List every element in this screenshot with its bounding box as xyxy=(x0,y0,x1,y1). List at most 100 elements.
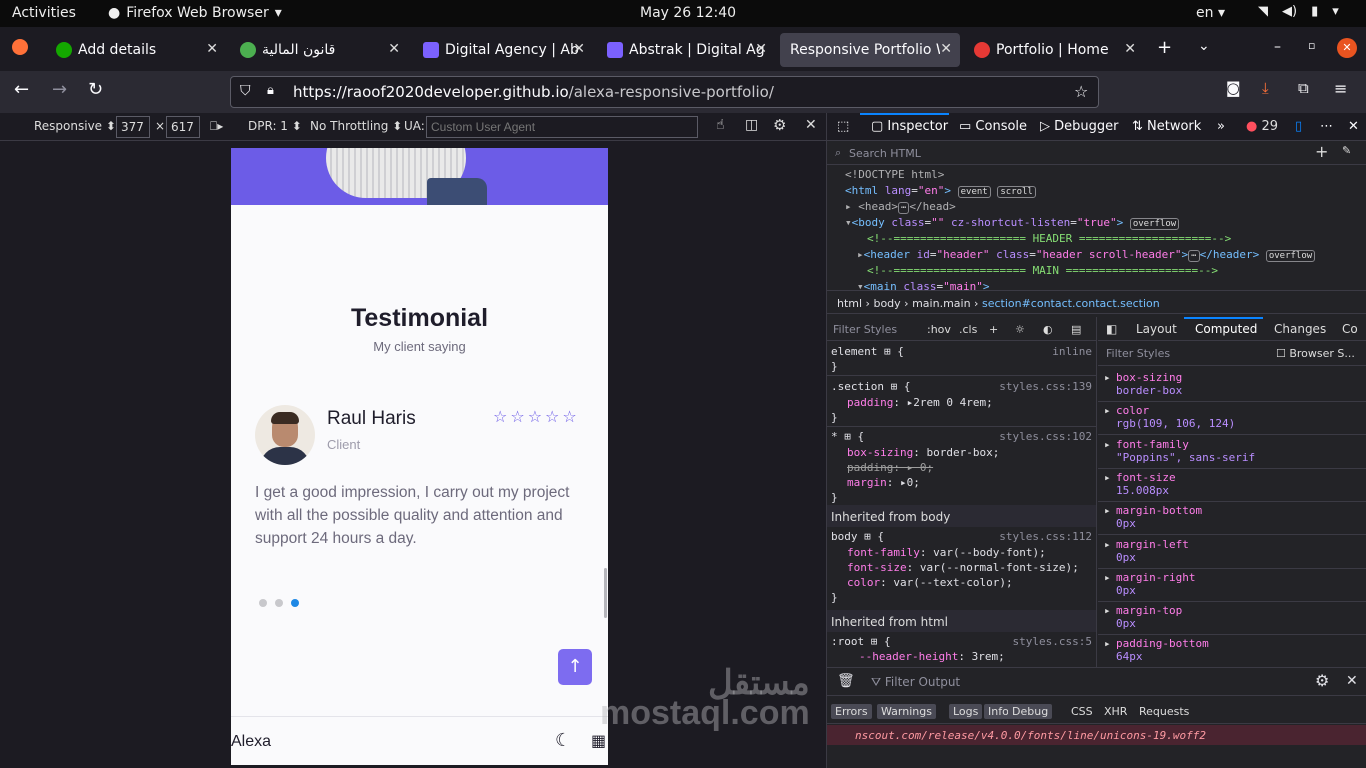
rule-root[interactable]: :root ⊞ { xyxy=(831,635,891,648)
activities-button[interactable]: Activities xyxy=(12,5,76,21)
tab-add-details[interactable]: Add details ✕ xyxy=(46,33,226,67)
filter-css[interactable]: CSS xyxy=(1067,704,1097,719)
grid-menu-icon[interactable]: ▦ xyxy=(591,731,606,750)
dom-node[interactable]: ▸ <head> ⋯ </head> xyxy=(845,200,956,214)
carousel-dot[interactable] xyxy=(275,599,283,607)
cls-toggle[interactable]: .cls xyxy=(959,323,977,336)
rule-decl[interactable]: color: var(--text-color); xyxy=(847,576,1013,589)
tab-changes[interactable]: Changes xyxy=(1274,322,1326,336)
console-error-message[interactable]: nscout.com/release/v4.0.0/fonts/line/uni… xyxy=(827,725,1366,745)
hov-toggle[interactable]: :hov xyxy=(927,323,951,336)
tab-more[interactable]: Co xyxy=(1342,322,1358,336)
error-count[interactable]: ● 29 xyxy=(1246,119,1278,134)
rule-decl[interactable]: --header-height: 3rem; xyxy=(859,650,1005,663)
rules-filter[interactable]: Filter Styles:hov .cls + ☼ ◐ ▤ xyxy=(827,317,1096,341)
rule-decl[interactable]: box-sizing: border-box; xyxy=(847,446,999,459)
search-html-input[interactable]: ⌕ Search HTML + ✎ xyxy=(827,141,1366,165)
rule-decl[interactable]: padding: ▸2rem 0 4rem; xyxy=(847,396,993,409)
print-icon[interactable]: ▤ xyxy=(1071,323,1081,336)
computed-property[interactable]: ▸ color rgb(109, 106, 124) xyxy=(1098,402,1366,436)
nav-logo[interactable]: Alexa xyxy=(231,733,271,751)
dom-tree[interactable]: <!DOCTYPE html> <html lang="en"> event s… xyxy=(827,166,1366,290)
computed-property[interactable]: ▸ margin-left 0px xyxy=(1098,536,1366,569)
rule-source[interactable]: styles.css:102 xyxy=(999,430,1092,443)
close-tab-icon[interactable]: ✕ xyxy=(1124,41,1136,57)
firefox-view-icon[interactable] xyxy=(12,39,28,55)
bookmark-star-icon[interactable]: ☆ xyxy=(1074,82,1088,101)
breadcrumb-item[interactable]: main.main xyxy=(912,297,970,310)
more-options-icon[interactable]: ⋯ xyxy=(1320,119,1333,134)
clock[interactable]: May 26 12:40 xyxy=(640,5,736,21)
forward-icon[interactable]: → xyxy=(52,79,67,100)
add-rule-icon[interactable]: + xyxy=(989,323,998,336)
tab-debugger[interactable]: ▷ Debugger xyxy=(1040,119,1119,134)
tab-digital-agency[interactable]: Digital Agency | Ab ✕ xyxy=(413,33,593,67)
url-text[interactable]: https://raoof2020developer.github.io/ale… xyxy=(293,83,774,101)
filter-errors[interactable]: Errors xyxy=(831,704,872,719)
computed-property[interactable]: ▸ margin-top 0px xyxy=(1098,602,1366,636)
filter-logs[interactable]: Logs xyxy=(949,704,983,719)
back-icon[interactable]: ← xyxy=(14,79,29,100)
screenshot-icon[interactable]: ◫ xyxy=(745,117,758,133)
rule-section[interactable]: .section ⊞ { xyxy=(831,380,910,393)
tab-abstrak[interactable]: Abstrak | Digital Ag ✕ xyxy=(597,33,775,67)
eyedropper-icon[interactable]: ✎ xyxy=(1342,144,1351,157)
tab-computed[interactable]: Computed xyxy=(1195,322,1257,336)
rule-decl-overridden[interactable]: padding: ▸ 0; xyxy=(847,461,933,474)
rule-decl[interactable]: margin: ▸0; xyxy=(847,476,920,489)
touch-icon[interactable]: ☝ xyxy=(716,117,725,133)
more-tabs-icon[interactable]: » xyxy=(1217,119,1225,134)
dom-node[interactable]: <!--==================== MAIN ==========… xyxy=(867,264,1218,277)
computed-property[interactable]: ▸ font-family "Poppins", sans-serif xyxy=(1098,436,1366,469)
rule-decl[interactable]: font-size: var(--normal-font-size); xyxy=(847,561,1079,574)
user-agent-input[interactable] xyxy=(426,116,698,138)
add-node-icon[interactable]: + xyxy=(1315,142,1328,161)
breadcrumb-item[interactable]: html xyxy=(837,297,862,310)
moon-icon[interactable]: ☾ xyxy=(555,730,571,751)
light-theme-icon[interactable]: ☼ xyxy=(1015,323,1025,336)
dpr-select[interactable]: DPR: 1 ⬍ xyxy=(248,119,302,133)
tab-responsive-portfolio[interactable]: Responsive Portfolio W ✕ xyxy=(780,33,960,67)
tab-inspector[interactable]: ▢ Inspector xyxy=(871,119,948,134)
height-input[interactable]: 617 xyxy=(166,116,200,138)
rule-source[interactable]: styles.css:112 xyxy=(999,530,1092,543)
computed-property[interactable]: ▸ box-sizing border-box xyxy=(1098,369,1366,402)
tab-finance-law[interactable]: قانون المالية ✕ xyxy=(230,33,408,67)
close-window-icon[interactable]: ✕ xyxy=(1337,38,1357,58)
console-settings-icon[interactable]: ⚙ xyxy=(1315,671,1329,690)
carousel-dot[interactable] xyxy=(259,599,267,607)
throttle-select[interactable]: No Throttling ⬍ xyxy=(310,119,402,133)
close-tab-icon[interactable]: ✕ xyxy=(755,41,767,57)
close-tab-icon[interactable]: ✕ xyxy=(573,41,585,57)
downloads-icon[interactable]: ⤓ xyxy=(1262,79,1269,97)
app-menu[interactable]: ● Firefox Web Browser ▾ xyxy=(108,5,282,21)
close-tab-icon[interactable]: ✕ xyxy=(388,41,400,57)
maximize-icon[interactable]: ▫ xyxy=(1308,39,1315,52)
rule-source[interactable]: styles.css:5 xyxy=(1013,635,1092,648)
breadcrumb-item[interactable]: body xyxy=(873,297,900,310)
rule-source[interactable]: styles.css:139 xyxy=(999,380,1092,393)
filter-requests[interactable]: Requests xyxy=(1135,704,1193,719)
rule-decl[interactable]: font-family: var(--body-font); xyxy=(847,546,1046,559)
filter-output-input[interactable]: ⛛ Filter Output xyxy=(871,675,960,690)
tab-network[interactable]: ⇅ Network xyxy=(1132,119,1201,134)
rule-body[interactable]: body ⊞ { xyxy=(831,530,884,543)
scroll-up-button[interactable]: ↑ xyxy=(558,649,592,685)
rule-element[interactable]: element ⊞ { xyxy=(831,345,904,358)
tab-console[interactable]: ▭ Console xyxy=(959,119,1027,134)
close-devtools-icon[interactable]: ✕ xyxy=(1348,119,1359,134)
dom-node[interactable]: ▸<header id="header" class="header scrol… xyxy=(857,248,1316,262)
close-console-icon[interactable]: ✕ xyxy=(1346,673,1358,689)
close-tab-icon[interactable]: ✕ xyxy=(940,41,952,57)
computed-property[interactable]: ▸ margin-right 0px xyxy=(1098,569,1366,602)
width-input[interactable]: 377 xyxy=(116,116,150,138)
computed-filter[interactable]: Filter Styles ☐ Browser S... xyxy=(1098,342,1366,366)
lock-icon[interactable]: 🔒︎ xyxy=(267,83,274,98)
shield-icon[interactable]: ⛉ xyxy=(240,83,251,99)
browser-styles-checkbox[interactable]: ☐ Browser S... xyxy=(1276,347,1355,360)
close-rdm-icon[interactable]: ✕ xyxy=(805,117,817,133)
extensions-icon[interactable]: ⧉ xyxy=(1298,79,1309,97)
pick-element-icon[interactable]: ⬚ xyxy=(837,119,849,134)
dom-node[interactable]: <html lang="en"> event scroll xyxy=(845,184,1036,198)
dock-icon[interactable]: ▯ xyxy=(1295,119,1302,134)
